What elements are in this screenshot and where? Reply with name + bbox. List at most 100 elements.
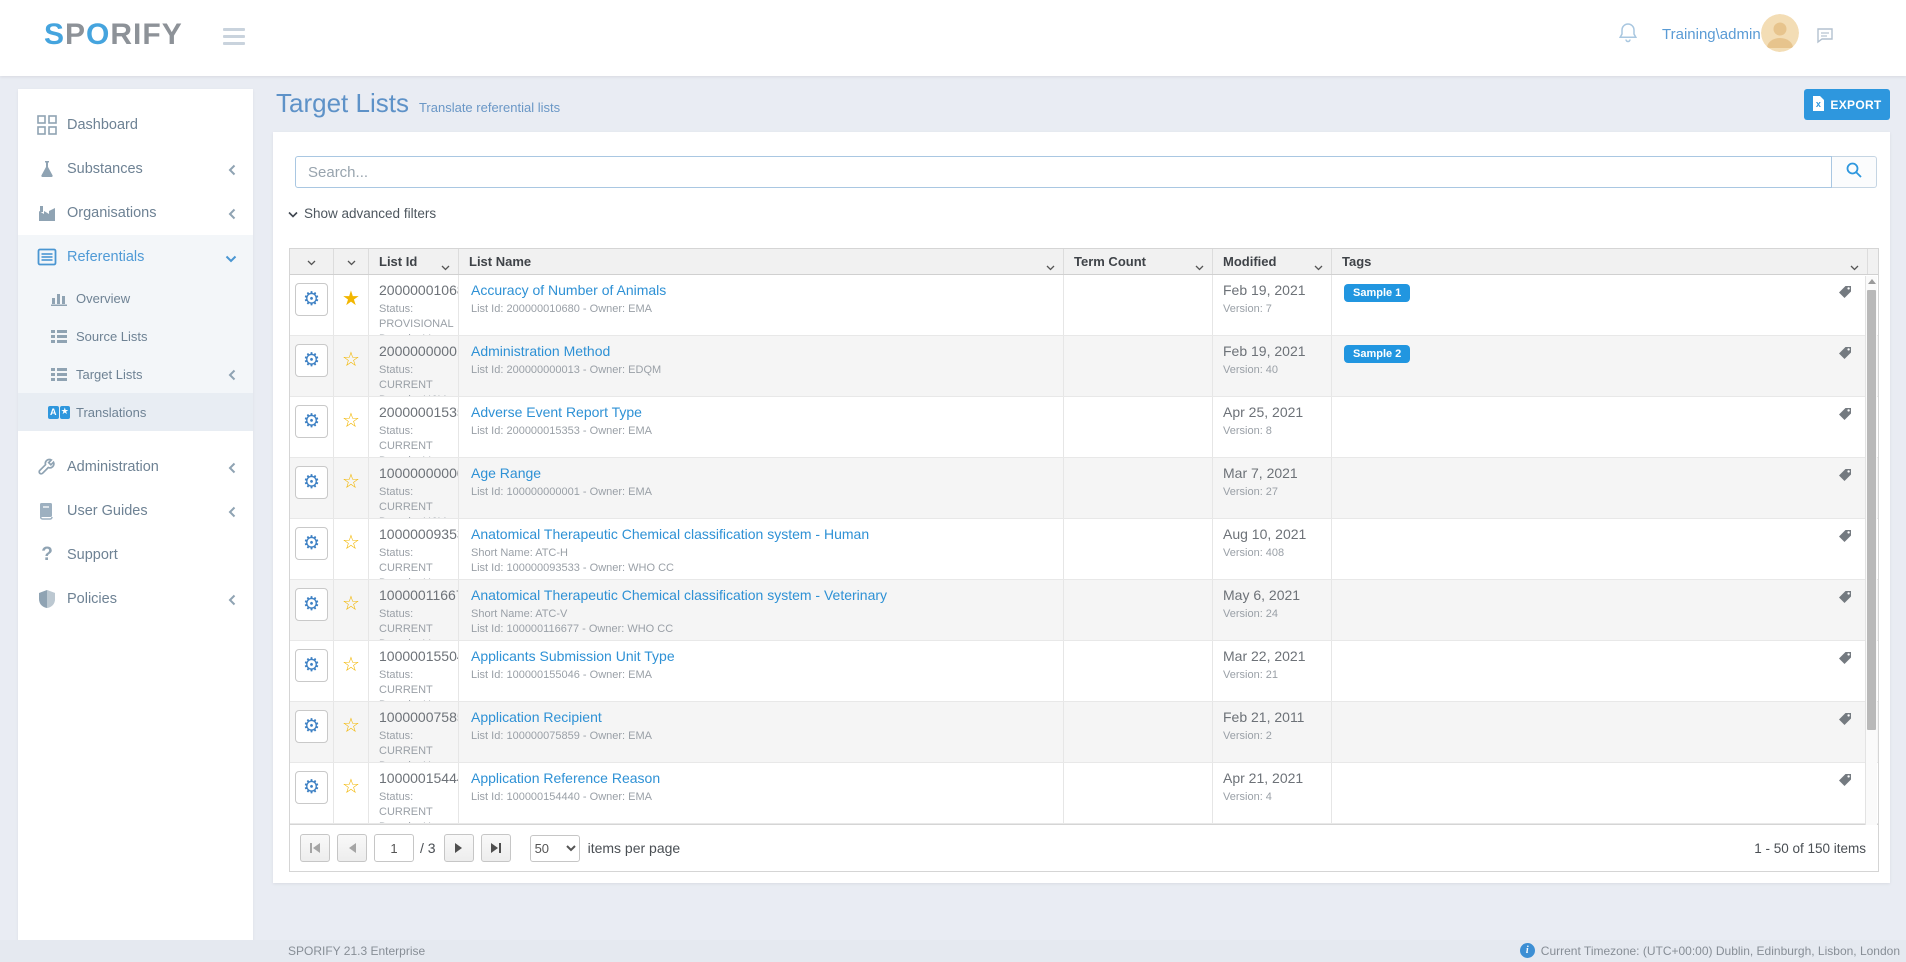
sidebar-item-support[interactable]: ? Support (18, 533, 253, 577)
list-domain: Domain: H&V (379, 393, 458, 396)
row-termcount-cell (1064, 702, 1213, 762)
tag-icon[interactable] (1838, 651, 1852, 670)
list-name-link[interactable]: Application Reference Reason (471, 770, 660, 787)
advanced-filters-toggle[interactable]: Show advanced filters (288, 206, 436, 221)
list-name-link[interactable]: Anatomical Therapeutic Chemical classifi… (471, 526, 869, 543)
page-number-input[interactable] (374, 834, 414, 862)
star-icon[interactable]: ☆ (342, 715, 360, 762)
timezone-label: Current Timezone: (UTC+00:00) Dublin, Ed… (1541, 944, 1900, 958)
chevron-down-icon (307, 254, 316, 269)
app-logo[interactable]: SPORIFY (44, 18, 183, 52)
sidebar-item-administration[interactable]: Administration (18, 445, 253, 489)
excel-file-icon: x (1812, 96, 1825, 114)
list-id: 200000000013 (379, 343, 458, 360)
list-domain: Domain: H&V (379, 515, 458, 518)
row-listname-cell: Application Recipient List Id: 100000075… (459, 702, 1064, 762)
star-icon[interactable]: ☆ (342, 776, 360, 823)
table-scrollbar[interactable] (1865, 276, 1877, 825)
star-icon[interactable]: ☆ (342, 471, 360, 518)
notifications-bell-icon[interactable] (1618, 22, 1638, 49)
tag-icon[interactable] (1838, 468, 1852, 487)
sidebar-item-translations[interactable]: A★ Translations (18, 393, 253, 431)
row-settings-button[interactable]: ⚙ (295, 405, 328, 438)
header-tags[interactable]: Tags (1332, 249, 1868, 274)
row-termcount-cell (1064, 580, 1213, 640)
row-star-cell: ★ (334, 275, 369, 335)
row-settings-button[interactable]: ⚙ (295, 344, 328, 377)
list-name-link[interactable]: Administration Method (471, 343, 610, 360)
scroll-up-arrow[interactable] (1868, 279, 1876, 284)
header-modified[interactable]: Modified (1213, 249, 1332, 274)
tag-icon[interactable] (1838, 407, 1852, 426)
tag-icon[interactable] (1838, 529, 1852, 548)
star-icon[interactable]: ☆ (342, 532, 360, 579)
wrench-icon (35, 457, 59, 477)
modified-version: Version: 408 (1223, 546, 1331, 561)
search-button[interactable] (1832, 156, 1877, 188)
star-icon[interactable]: ☆ (342, 410, 360, 457)
list-icon (48, 365, 70, 383)
sidebar-item-dashboard[interactable]: Dashboard (18, 103, 253, 147)
header-star-column[interactable] (334, 249, 369, 274)
user-avatar[interactable] (1761, 14, 1799, 52)
header-term-count[interactable]: Term Count (1064, 249, 1213, 274)
search-input[interactable] (295, 156, 1832, 188)
scrollbar-thumb[interactable] (1867, 290, 1876, 730)
export-button[interactable]: x EXPORT (1804, 89, 1890, 120)
sidebar-item-source-lists[interactable]: Source Lists (18, 317, 253, 355)
export-button-label: EXPORT (1830, 98, 1881, 112)
table-row: ⚙ ★ 200000010680 Status: PROVISIONAL Dom… (290, 275, 1878, 336)
tag-icon[interactable] (1838, 773, 1852, 792)
previous-page-button[interactable] (337, 834, 367, 862)
row-settings-button[interactable]: ⚙ (295, 283, 328, 316)
sidebar-item-label: Translations (76, 405, 146, 420)
star-icon[interactable]: ☆ (342, 593, 360, 640)
list-name-link[interactable]: Accuracy of Number of Animals (471, 282, 666, 299)
header-list-name[interactable]: List Name (459, 249, 1064, 274)
last-page-button[interactable] (481, 834, 511, 862)
list-details: List Id: 200000010680 - Owner: EMA (471, 302, 1063, 317)
list-details: List Id: 200000000013 - Owner: EDQM (471, 363, 1063, 378)
list-name-link[interactable]: Anatomical Therapeutic Chemical classifi… (471, 587, 887, 604)
sidebar-item-target-lists[interactable]: Target Lists (18, 355, 253, 393)
logo-letter-p: P (65, 18, 86, 51)
sidebar-item-user-guides[interactable]: User Guides (18, 489, 253, 533)
star-icon[interactable]: ☆ (342, 349, 360, 396)
header-actions-column[interactable] (290, 249, 334, 274)
current-user[interactable]: Training\admin (1662, 26, 1761, 43)
tag-icon[interactable] (1838, 712, 1852, 731)
menu-toggle-icon[interactable] (223, 28, 247, 48)
row-settings-button[interactable]: ⚙ (295, 588, 328, 621)
page-size-select[interactable]: 50 (530, 835, 580, 862)
row-tags-cell (1332, 397, 1878, 457)
star-icon[interactable]: ★ (342, 288, 360, 335)
list-name-link[interactable]: Age Range (471, 465, 541, 482)
advanced-filters-label: Show advanced filters (304, 206, 436, 221)
list-name-link[interactable]: Adverse Event Report Type (471, 404, 642, 421)
chat-icon[interactable] (1816, 27, 1834, 50)
row-settings-button[interactable]: ⚙ (295, 527, 328, 560)
sidebar-item-policies[interactable]: Policies (18, 577, 253, 621)
row-star-cell: ☆ (334, 519, 369, 579)
list-status: Status: CURRENT (379, 790, 458, 820)
sidebar-item-organisations[interactable]: Organisations (18, 191, 253, 235)
sidebar-item-referentials[interactable]: Referentials (18, 235, 253, 279)
tag-icon[interactable] (1838, 590, 1852, 609)
list-name-link[interactable]: Application Recipient (471, 709, 602, 726)
row-listid-cell: 200000010680 Status: PROVISIONAL Domain:… (369, 275, 459, 335)
header-list-id[interactable]: List Id (369, 249, 459, 274)
row-settings-button[interactable]: ⚙ (295, 466, 328, 499)
list-name-link[interactable]: Applicants Submission Unit Type (471, 648, 675, 665)
next-page-button[interactable] (444, 834, 474, 862)
row-star-cell: ☆ (334, 580, 369, 640)
tag-icon[interactable] (1838, 285, 1852, 304)
star-icon[interactable]: ☆ (342, 654, 360, 701)
row-settings-button[interactable]: ⚙ (295, 649, 328, 682)
row-settings-button[interactable]: ⚙ (295, 710, 328, 743)
first-page-button[interactable] (300, 834, 330, 862)
list-domain: Domain: H (379, 698, 458, 701)
sidebar-item-substances[interactable]: Substances (18, 147, 253, 191)
row-settings-button[interactable]: ⚙ (295, 771, 328, 804)
tag-icon[interactable] (1838, 346, 1852, 365)
sidebar-item-overview[interactable]: Overview (18, 279, 253, 317)
